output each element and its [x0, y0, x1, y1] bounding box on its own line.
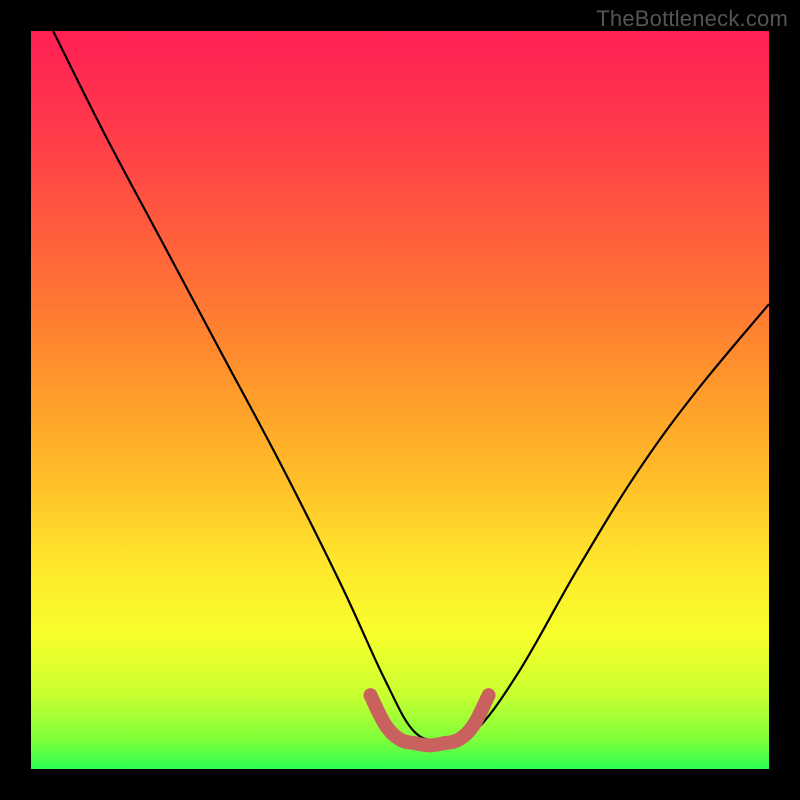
chart-frame-right — [769, 0, 800, 800]
sweet-spot-highlight-path — [370, 695, 488, 745]
chart-frame-left — [0, 0, 31, 800]
chart-svg — [31, 31, 769, 769]
chart-frame-bottom — [0, 769, 800, 800]
bottleneck-curve-path — [53, 31, 769, 740]
watermark-label: TheBottleneck.com — [596, 6, 788, 32]
